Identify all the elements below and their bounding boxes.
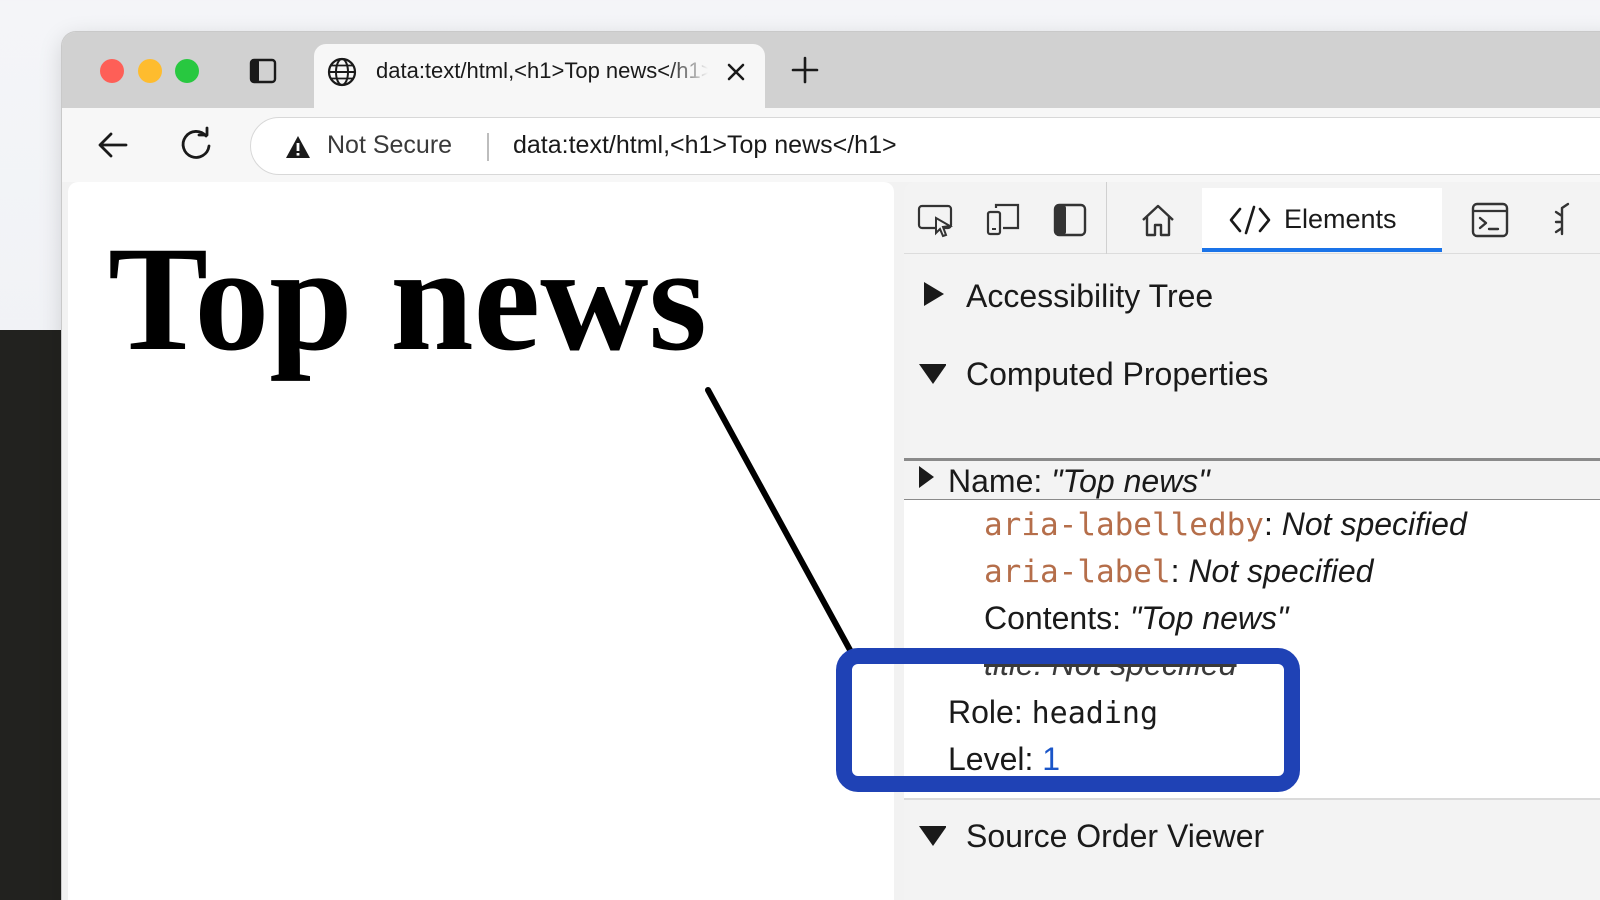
- navigation-bar: Not Secure data:text/html,<h1>Top news</…: [62, 108, 1600, 182]
- close-tab-icon[interactable]: [724, 60, 748, 84]
- name-property: Name: "Top news": [948, 463, 1210, 500]
- reload-icon[interactable]: [178, 126, 214, 162]
- tab-actions-icon[interactable]: [248, 56, 278, 86]
- contents-value: "Top news": [1129, 600, 1289, 636]
- tab-elements-label: Elements: [1284, 204, 1397, 234]
- tab-title: data:text/html,<h1>Top news</h1>: [376, 58, 708, 83]
- name-source-aria-labelledby: aria-labelledby: Not specified: [984, 506, 1467, 543]
- accessibility-tree-label: Accessibility Tree: [966, 278, 1214, 314]
- expand-triangle-icon[interactable]: [916, 464, 936, 492]
- name-property-row[interactable]: Name: "Top news": [904, 458, 1600, 500]
- dock-panel-icon[interactable]: [1050, 200, 1090, 240]
- devtools-panel: Elements Accessibility Tree Computed Pro…: [904, 182, 1600, 900]
- property-value: Not specified: [1188, 553, 1374, 589]
- inspect-icon[interactable]: [916, 200, 956, 240]
- close-window-button[interactable]: [100, 59, 124, 83]
- name-label: Name:: [948, 463, 1043, 499]
- desktop-background: [0, 330, 70, 900]
- globe-icon: [327, 57, 357, 87]
- zoom-window-button[interactable]: [175, 59, 199, 83]
- property-value: Not specified: [1281, 506, 1467, 542]
- tab-strip: data:text/html,<h1>Top news</h1>: [62, 32, 1600, 108]
- address-bar[interactable]: Not Secure data:text/html,<h1>Top news</…: [250, 117, 1600, 175]
- url-text[interactable]: data:text/html,<h1>Top news</h1>: [513, 131, 897, 160]
- callout-highlight-box: [836, 648, 1300, 792]
- toolbar-divider: [1106, 182, 1107, 254]
- sources-icon[interactable]: [1548, 200, 1588, 240]
- page-heading: Top news: [108, 216, 707, 382]
- name-value: "Top news": [1051, 463, 1210, 499]
- property-key: aria-label: [984, 554, 1171, 590]
- section-divider: [904, 798, 1600, 800]
- minimize-window-button[interactable]: [138, 59, 162, 83]
- address-bar-separator: [487, 133, 489, 161]
- page-viewport: Top news: [68, 182, 894, 900]
- collapse-triangle-icon[interactable]: [918, 820, 946, 848]
- back-arrow-icon[interactable]: [96, 128, 130, 162]
- name-source-aria-label: aria-label: Not specified: [984, 553, 1374, 590]
- computed-properties-section[interactable]: Computed Properties: [904, 340, 1600, 404]
- accessibility-tree-section[interactable]: Accessibility Tree: [904, 262, 1600, 326]
- source-order-viewer-section[interactable]: Source Order Viewer: [904, 802, 1600, 866]
- home-icon[interactable]: [1138, 200, 1178, 240]
- console-icon[interactable]: [1470, 200, 1510, 240]
- browser-window: data:text/html,<h1>Top news</h1> Not Sec…: [62, 32, 1600, 900]
- contents-label: Contents:: [984, 600, 1121, 636]
- new-tab-icon[interactable]: [790, 55, 820, 85]
- tab-elements[interactable]: Elements: [1202, 188, 1442, 252]
- device-emulation-icon[interactable]: [984, 200, 1024, 240]
- property-key: aria-labelledby: [984, 507, 1264, 543]
- warning-icon: [286, 136, 310, 158]
- collapse-triangle-icon[interactable]: [918, 358, 946, 386]
- browser-tab[interactable]: data:text/html,<h1>Top news</h1>: [314, 44, 765, 108]
- devtools-toolbar: Elements: [904, 182, 1600, 254]
- source-order-viewer-label: Source Order Viewer: [966, 818, 1265, 854]
- code-icon: [1229, 205, 1271, 235]
- name-source-contents: Contents: "Top news": [984, 600, 1288, 637]
- security-status[interactable]: Not Secure: [327, 131, 452, 160]
- expand-triangle-icon[interactable]: [918, 280, 946, 308]
- computed-properties-label: Computed Properties: [966, 356, 1269, 392]
